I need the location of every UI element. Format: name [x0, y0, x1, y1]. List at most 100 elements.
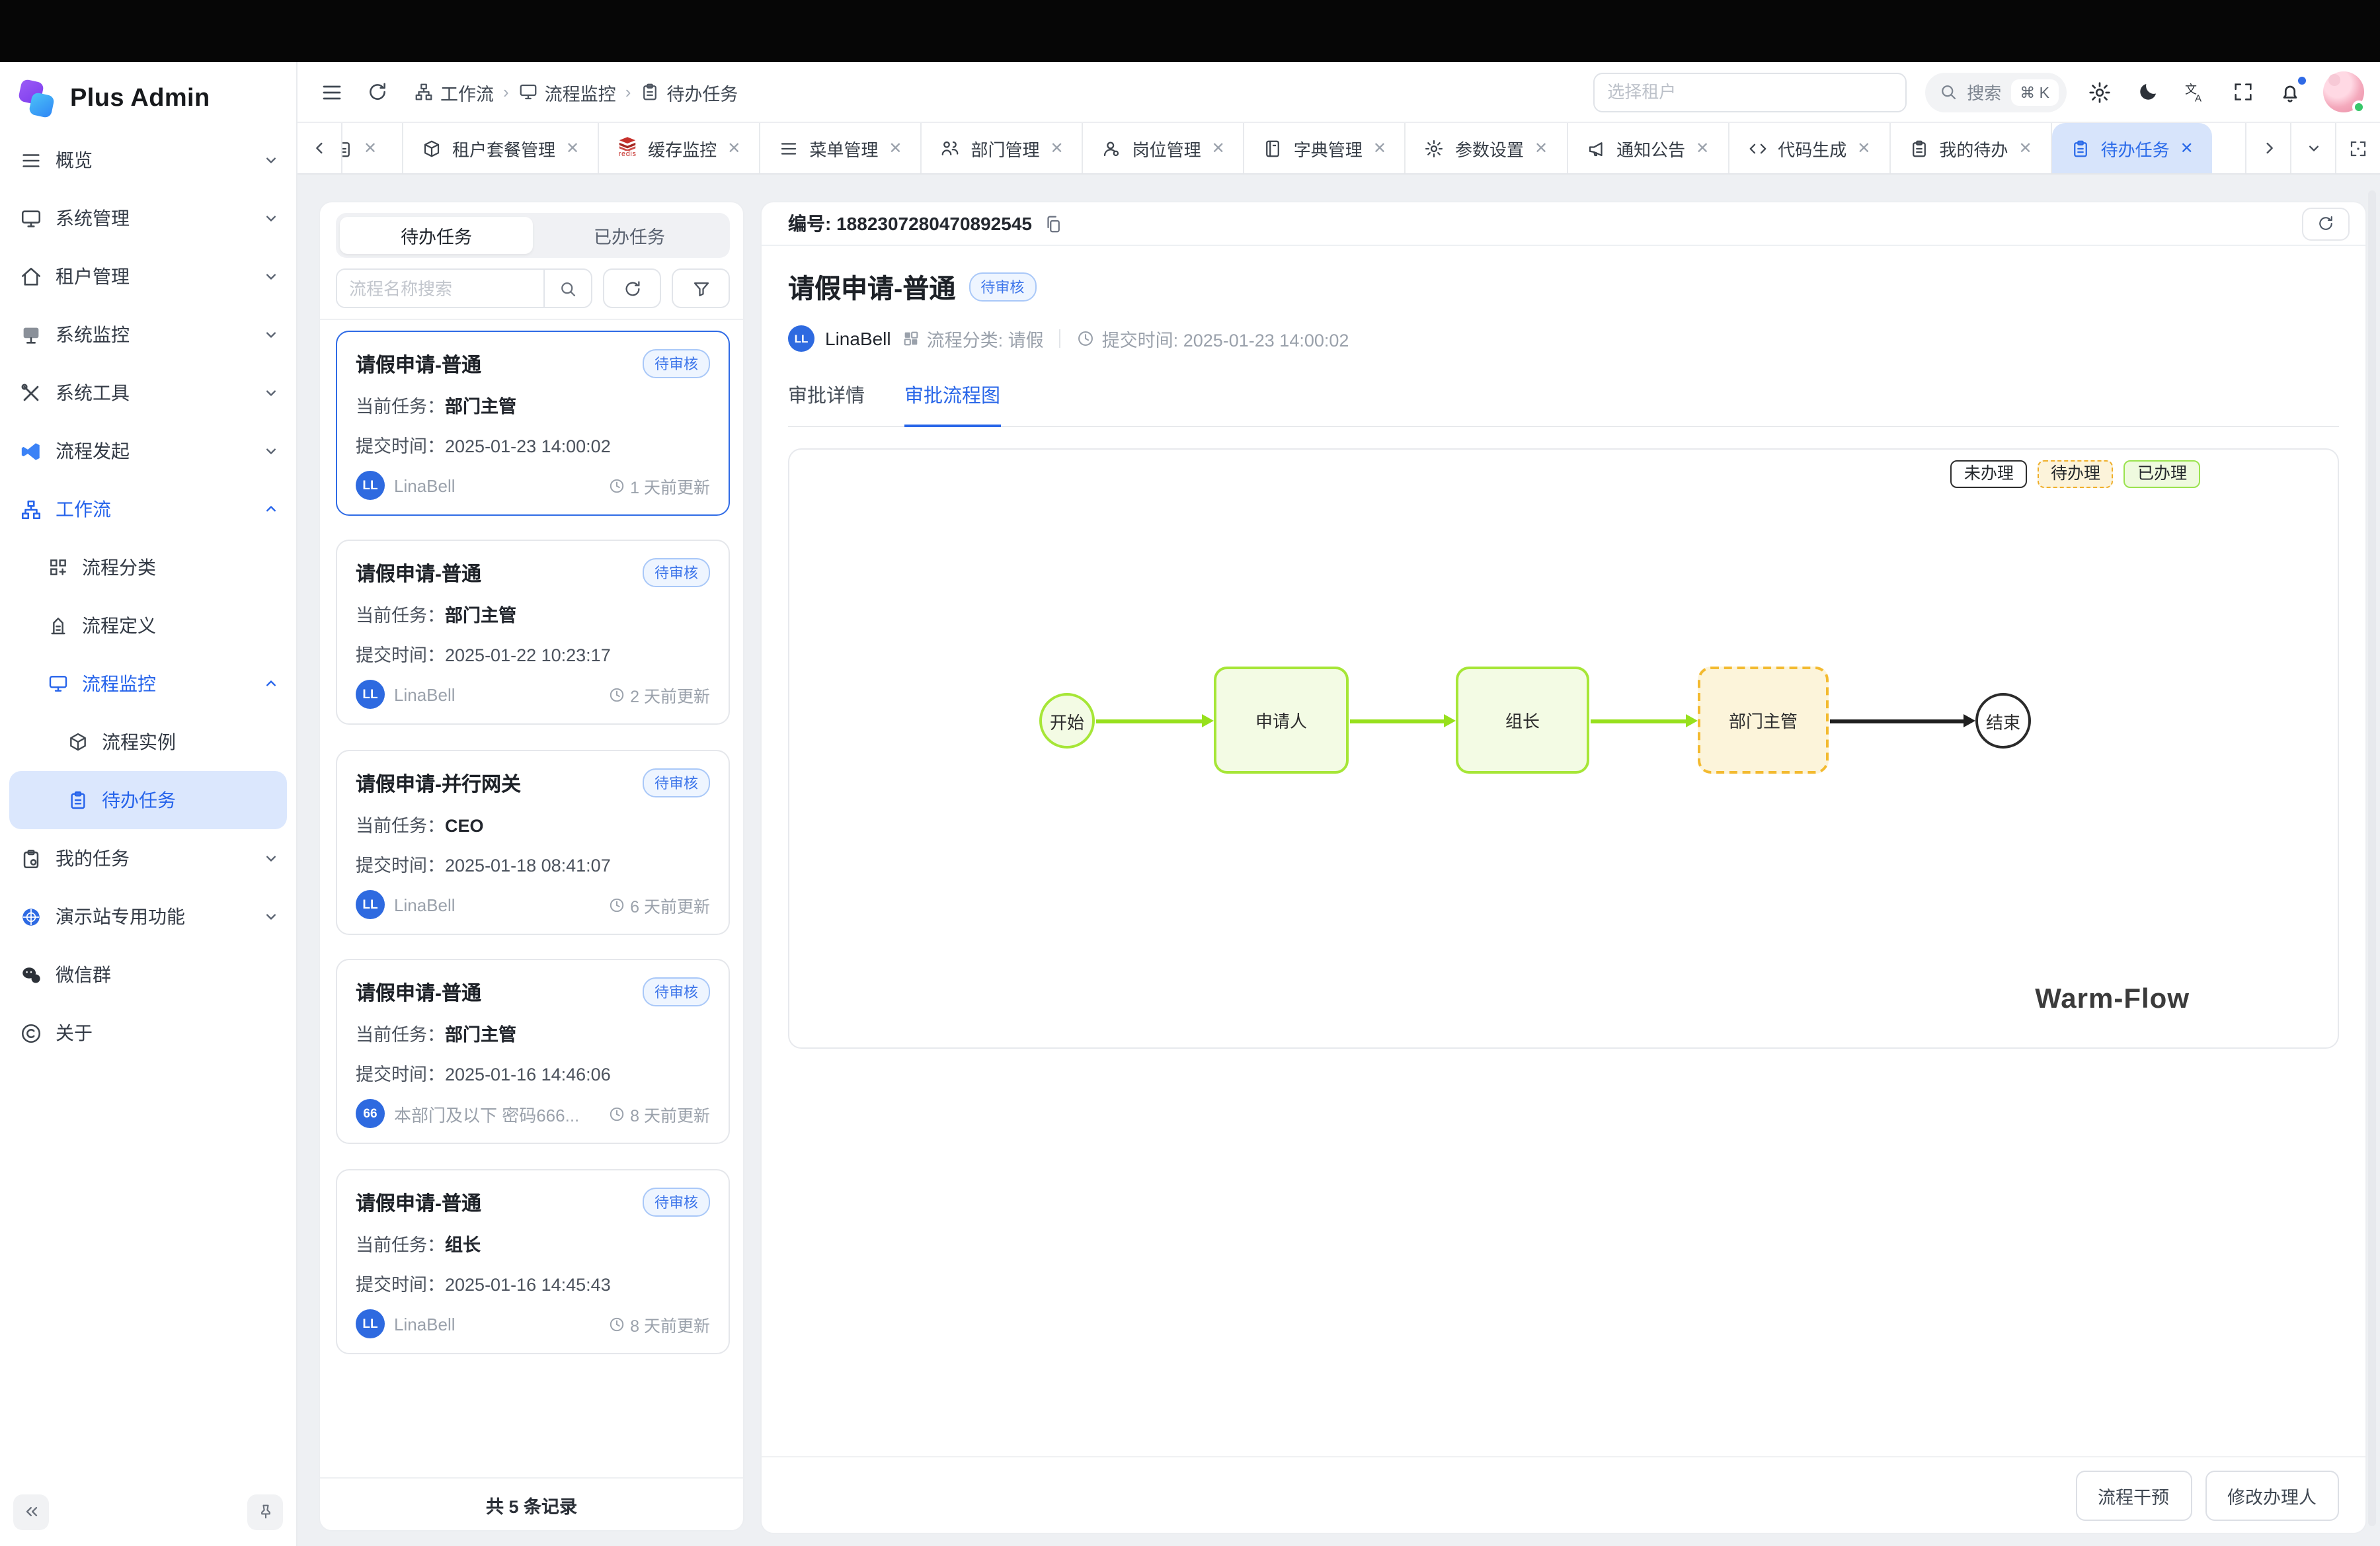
segment-todo-tasks[interactable]: 待办任务	[340, 217, 533, 254]
breadcrumb-todo-tasks[interactable]: 待办任务	[640, 79, 738, 105]
close-icon[interactable]: ✕	[889, 139, 902, 157]
tab-param-settings[interactable]: 参数设置 ✕	[1406, 123, 1567, 173]
sidebar-item-wechat-group[interactable]: 微信群	[0, 946, 296, 1004]
close-icon[interactable]: ✕	[1696, 139, 1709, 157]
notifications-button[interactable]	[2276, 77, 2305, 106]
tab-tenant-package[interactable]: 租户套餐管理 ✕	[403, 123, 599, 173]
detail-header: 编号: 1882307280470892545	[762, 202, 2365, 246]
segment-done-tasks[interactable]: 已办任务	[533, 217, 726, 254]
detail-refresh-button[interactable]	[2302, 207, 2350, 240]
chevron-right-icon	[2259, 139, 2278, 157]
sidebar-item-process-monitor[interactable]: 流程监控	[0, 655, 296, 713]
flow-node-manager: 部门主管	[1698, 667, 1829, 774]
tab-menu-mgmt[interactable]: 菜单管理 ✕	[760, 123, 922, 173]
hamburger-icon	[320, 80, 344, 104]
screen-top-strip	[0, 0, 2380, 62]
flow-node-applicant: 申请人	[1214, 667, 1349, 774]
tabs-scroll-left-button[interactable]	[298, 123, 342, 173]
online-status-dot	[2352, 101, 2365, 114]
tab-clipped[interactable]: ✕	[342, 123, 403, 173]
task-list-refresh-button[interactable]	[603, 268, 661, 308]
fullscreen-button[interactable]	[2228, 77, 2257, 106]
tenant-select-input[interactable]	[1593, 72, 1906, 112]
sidebar-item-about[interactable]: 关于	[0, 1004, 296, 1062]
close-icon[interactable]: ✕	[1534, 139, 1548, 157]
copy-id-button[interactable]	[1043, 214, 1062, 233]
dark-mode-toggle[interactable]	[2133, 77, 2162, 106]
settings-button[interactable]	[2085, 77, 2114, 106]
close-icon[interactable]: ✕	[727, 139, 740, 157]
content-fullscreen-button[interactable]	[2335, 123, 2380, 173]
sidebar-item-workflow[interactable]: 工作流	[0, 480, 296, 538]
task-card[interactable]: 请假申请-普通待审核 当前任务：部门主管 提交时间：2025-01-23 14:…	[336, 331, 730, 516]
logo[interactable]: Plus Admin	[0, 62, 296, 131]
sidebar-item-todo-tasks[interactable]: 待办任务	[9, 771, 287, 829]
tab-post-mgmt[interactable]: 岗位管理 ✕	[1084, 123, 1245, 173]
close-icon[interactable]: ✕	[1051, 139, 1064, 157]
tab-code-gen[interactable]: 代码生成 ✕	[1729, 123, 1890, 173]
double-chevron-left-icon	[22, 1502, 40, 1521]
list-icon	[20, 149, 42, 171]
initiator-name: LinaBell	[825, 328, 891, 349]
close-icon[interactable]: ✕	[566, 139, 579, 157]
sidebar-item-demo-features[interactable]: 演示站专用功能	[0, 887, 296, 946]
sidebar-item-tenant-mgmt[interactable]: 租户管理	[0, 247, 296, 305]
close-icon[interactable]: ✕	[1857, 139, 1870, 157]
grid-plus-icon	[48, 557, 69, 578]
chevron-up-icon	[262, 674, 280, 693]
task-list-filter-button[interactable]	[672, 268, 730, 308]
language-switch-button[interactable]: 文A	[2180, 77, 2209, 106]
sidebar-item-process-instance[interactable]: 流程实例	[0, 713, 296, 771]
breadcrumb-workflow[interactable]: 工作流	[414, 79, 494, 105]
process-intervene-button[interactable]: 流程干预	[2075, 1470, 2192, 1520]
sidebar-item-my-tasks[interactable]: 我的任务	[0, 829, 296, 887]
clipboard-icon	[2071, 138, 2090, 158]
change-assignee-button[interactable]: 修改办理人	[2205, 1470, 2339, 1520]
vscode-icon	[20, 440, 42, 462]
clipboard-icon	[640, 82, 660, 102]
sidebar-item-process-category[interactable]: 流程分类	[0, 538, 296, 596]
tab-cache-monitor[interactable]: redis 缓存监控 ✕	[599, 123, 760, 173]
avatar: LL	[788, 325, 814, 352]
tab-dict-mgmt[interactable]: 字典管理 ✕	[1245, 123, 1406, 173]
sidebar-item-process-start[interactable]: 流程发起	[0, 422, 296, 480]
tab-todo-tasks-active[interactable]: 待办任务 ✕	[2052, 123, 2212, 173]
tab-approval-detail[interactable]: 审批详情	[788, 381, 865, 426]
close-icon[interactable]: ✕	[2180, 139, 2194, 157]
breadcrumb-process-monitor[interactable]: 流程监控	[518, 79, 616, 105]
avatar[interactable]	[2323, 71, 2364, 112]
diagram-legend: 未办理 待办理 已办理	[1951, 460, 2200, 488]
tabs-scroll-right-button[interactable]	[2245, 123, 2290, 173]
task-type-segmented-control: 待办任务 已办任务	[336, 213, 730, 258]
tabs-dropdown-button[interactable]	[2290, 123, 2335, 173]
flow-node-start: 开始	[1039, 693, 1095, 749]
tab-my-todo[interactable]: 我的待办 ✕	[1890, 123, 2051, 173]
close-icon[interactable]: ✕	[1212, 139, 1225, 157]
tab-dept-mgmt[interactable]: 部门管理 ✕	[922, 123, 1083, 173]
tab-notice[interactable]: 通知公告 ✕	[1567, 123, 1729, 173]
task-card[interactable]: 请假申请-并行网关待审核 当前任务：CEO 提交时间：2025-01-18 08…	[336, 750, 730, 935]
search-submit-button[interactable]	[543, 270, 591, 307]
pin-sidebar-button[interactable]	[247, 1494, 283, 1529]
collapse-sidebar-button[interactable]	[13, 1494, 49, 1529]
vertical-scrollbar[interactable]	[2368, 190, 2376, 1526]
global-search-button[interactable]: 搜索 ⌘ K	[1924, 72, 2067, 112]
refresh-page-button[interactable]	[361, 76, 393, 108]
task-search-row	[336, 268, 730, 308]
close-icon[interactable]: ✕	[364, 139, 377, 157]
chevron-down-icon	[262, 151, 280, 169]
sidebar-item-system-tools[interactable]: 系统工具	[0, 364, 296, 422]
task-card[interactable]: 请假申请-普通待审核 当前任务：部门主管 提交时间：2025-01-22 10:…	[336, 540, 730, 725]
tab-approval-diagram[interactable]: 审批流程图	[904, 381, 1000, 427]
sidebar-item-system-monitor[interactable]: 系统监控	[0, 305, 296, 364]
sidebar-item-process-definition[interactable]: 流程定义	[0, 596, 296, 655]
hamburger-menu-button[interactable]	[316, 76, 348, 108]
sidebar-item-overview[interactable]: 概览	[0, 131, 296, 189]
close-icon[interactable]: ✕	[2018, 139, 2032, 157]
sidebar-item-system-mgmt[interactable]: 系统管理	[0, 189, 296, 247]
task-card[interactable]: 请假申请-普通待审核 当前任务：部门主管 提交时间：2025-01-16 14:…	[336, 959, 730, 1144]
process-name-search-input[interactable]	[337, 270, 543, 307]
close-icon[interactable]: ✕	[1373, 139, 1386, 157]
clipboard-icon	[1909, 138, 1928, 158]
task-card[interactable]: 请假申请-普通待审核 当前任务：组长 提交时间：2025-01-16 14:45…	[336, 1169, 730, 1354]
